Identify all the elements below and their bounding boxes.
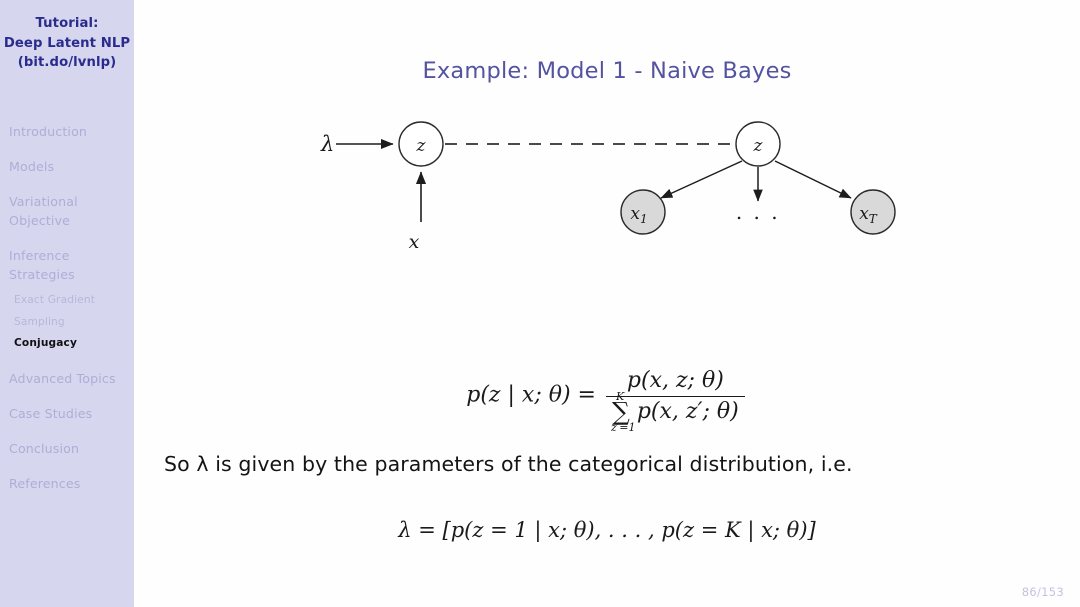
slide: Tutorial: Deep Latent NLP (bit.do/lvnlp)… xyxy=(0,0,1080,607)
prose-line: So λ is given by the parameters of the c… xyxy=(164,452,853,476)
equation-posterior-relation: = xyxy=(577,382,596,408)
sidebar-item-conclusion[interactable]: Conclusion xyxy=(0,439,134,458)
summation-symbol: ∑ K z′=1 xyxy=(610,389,636,434)
sidebar-title-line-1: Tutorial: xyxy=(35,16,99,31)
equation-posterior-fraction: p(x, z; θ) ∑ K z′=1 p(x, z′; θ) xyxy=(605,368,745,434)
sidebar-title-line-2: Deep Latent NLP xyxy=(3,35,131,51)
sidebar-subitem-conjugacy[interactable]: Conjugacy xyxy=(0,333,134,355)
ellipsis-label: . . . xyxy=(736,200,780,224)
node-x-T: xT xyxy=(850,189,896,235)
sidebar-item-label-line2: Objective xyxy=(9,213,71,228)
graphical-model-diagram: λ x z z x1 . . . xT xyxy=(320,121,896,253)
sidebar-subitems: Exact Gradient Sampling Conjugacy xyxy=(0,290,134,355)
node-z-left-label: z xyxy=(416,136,427,156)
sidebar-item-label: Introduction xyxy=(9,124,88,139)
node-z-left: z xyxy=(398,121,444,167)
sidebar: Tutorial: Deep Latent NLP (bit.do/lvnlp)… xyxy=(0,0,134,607)
equation-posterior-denominator: ∑ K z′=1 p(x, z′; θ) xyxy=(606,389,745,434)
sidebar-toc: Introduction Models Variational Objectiv… xyxy=(0,122,134,509)
sidebar-subitem-sampling[interactable]: Sampling xyxy=(0,312,134,334)
sidebar-item-introduction[interactable]: Introduction xyxy=(0,122,134,141)
lambda-label: λ xyxy=(320,132,334,156)
equation-posterior-lhs: p(z | x; θ) xyxy=(466,382,571,408)
sidebar-item-label: References xyxy=(9,475,81,491)
summation-upper-limit: K xyxy=(615,389,625,403)
equation-posterior: p(z | x; θ) = p(x, z; θ) ∑ K z′=1 p(x, z… xyxy=(134,368,1080,434)
page-number: 86/153 xyxy=(1021,585,1064,599)
sidebar-item-models[interactable]: Models xyxy=(0,157,134,176)
sidebar-item-advanced-topics[interactable]: Advanced Topics xyxy=(0,369,134,388)
node-z-right: z xyxy=(735,121,781,167)
sidebar-item-case-studies[interactable]: Case Studies xyxy=(0,404,134,423)
sidebar-item-label-line2: Strategies xyxy=(9,267,75,282)
sidebar-item-label: Inference xyxy=(9,248,70,263)
sidebar-title: Tutorial: Deep Latent NLP (bit.do/lvnlp) xyxy=(0,14,134,73)
edge-z-to-xT xyxy=(774,160,852,199)
sidebar-item-label: Variational xyxy=(9,194,78,209)
equation-posterior-numerator: p(x, z; θ) xyxy=(605,368,745,397)
sidebar-subitem-exact-gradient[interactable]: Exact Gradient xyxy=(0,290,134,312)
sidebar-item-label: Case Studies xyxy=(9,405,93,421)
sidebar-item-inference-strategies[interactable]: Inference Strategies xyxy=(0,246,134,284)
sidebar-title-line-3[interactable]: (bit.do/lvnlp) xyxy=(0,53,134,73)
summation-lower-limit: z′=1 xyxy=(610,420,636,434)
node-z-right-label: z xyxy=(753,136,764,156)
edge-z-to-x1 xyxy=(660,160,743,199)
equation-posterior-denominator-body: p(x, z′; θ) xyxy=(636,398,739,424)
sidebar-item-label: Conclusion xyxy=(9,440,80,456)
sidebar-item-references[interactable]: References xyxy=(0,474,134,493)
x-input-label: x xyxy=(409,231,420,253)
node-x-1: x1 xyxy=(620,189,666,235)
slide-content: Example: Model 1 - Naive Bayes λ x z z x… xyxy=(134,0,1080,607)
sidebar-item-variational-objective[interactable]: Variational Objective xyxy=(0,192,134,230)
sidebar-item-label: Models xyxy=(9,159,55,174)
page-title: Example: Model 1 - Naive Bayes xyxy=(422,58,792,84)
sidebar-item-label: Advanced Topics xyxy=(9,370,116,386)
equation-lambda: λ = [p(z = 1 | x; θ), . . . , p(z = K | … xyxy=(398,518,816,542)
